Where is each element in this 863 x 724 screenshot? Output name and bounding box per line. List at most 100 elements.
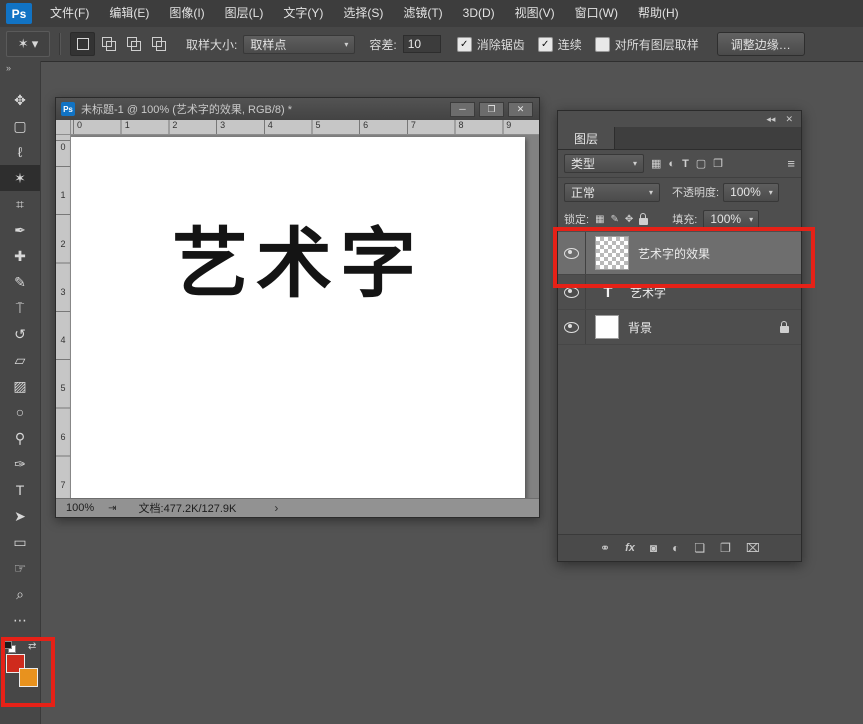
blur-tool[interactable]: ○ — [0, 399, 40, 425]
rectangle-tool[interactable]: ▭ — [0, 529, 40, 555]
anti-alias-checkbox[interactable]: ✓ — [457, 37, 472, 52]
panel-menu-icon[interactable]: ≡ — [787, 156, 795, 171]
document-titlebar[interactable]: Ps 未标题-1 @ 100% (艺术字的效果, RGB/8) * ─ ❐ ✕ — [56, 98, 539, 121]
move-tool[interactable]: ✥ — [0, 87, 40, 113]
swap-colors-icon[interactable]: ⇄ — [28, 641, 36, 652]
blend-mode-dropdown[interactable]: 正常 ▾ — [564, 183, 660, 202]
layer-name[interactable]: 艺术字 — [630, 284, 666, 301]
fill-value: 100% — [710, 212, 741, 226]
layer-mask-icon[interactable]: ◙ — [650, 541, 657, 555]
menu-3d[interactable]: 3D(D) — [453, 0, 505, 27]
visibility-toggle[interactable] — [558, 275, 586, 309]
path-selection-tool[interactable]: ➤ — [0, 503, 40, 529]
background-color-swatch[interactable] — [19, 668, 38, 687]
menu-select[interactable]: 选择(S) — [333, 0, 393, 27]
hand-tool[interactable]: ☞ — [0, 555, 40, 581]
adjustment-layer-icon[interactable]: ◐ — [672, 541, 679, 555]
toolbar-expander[interactable]: » — [0, 61, 40, 79]
new-layer-icon[interactable]: ❐ — [720, 541, 731, 555]
layer-name[interactable]: 艺术字的效果 — [638, 245, 710, 262]
shape-layer-filter-icon[interactable]: ▢ — [696, 157, 706, 170]
marquee-tool[interactable]: ▢ — [0, 113, 40, 139]
lock-all-icon[interactable] — [639, 218, 648, 225]
status-chevron-icon[interactable]: › — [274, 501, 278, 515]
minimize-button[interactable]: ─ — [450, 102, 475, 117]
collapse-panel-icon[interactable]: ◂◂ — [766, 114, 775, 125]
crop-tool[interactable]: ⌗ — [0, 191, 40, 217]
adjustment-layer-filter-icon[interactable]: ◐ — [668, 158, 675, 170]
layer-name[interactable]: 背景 — [628, 319, 652, 336]
lock-row: 锁定: ▦ ✎ ✥ 填充: 100% ▾ — [558, 206, 801, 232]
gradient-tool[interactable]: ▨ — [0, 373, 40, 399]
layer-row-background[interactable]: 背景 — [558, 310, 801, 345]
clone-stamp-tool[interactable]: ⍑ — [0, 295, 40, 321]
menu-layer[interactable]: 图层(L) — [215, 0, 274, 27]
background-layer-thumbnail[interactable] — [595, 315, 619, 339]
maximize-button[interactable]: ❐ — [479, 102, 504, 117]
lock-pixels-icon[interactable]: ✎ — [611, 214, 619, 225]
close-panel-icon[interactable]: ✕ — [785, 114, 793, 125]
eraser-tool[interactable]: ▱ — [0, 347, 40, 373]
layer-style-icon[interactable]: fx — [625, 542, 635, 554]
lock-transparent-icon[interactable]: ▦ — [595, 214, 604, 225]
tab-layers[interactable]: 图层 — [558, 127, 615, 149]
zoom-tool[interactable]: ⌕ — [0, 581, 40, 607]
menu-help[interactable]: 帮助(H) — [628, 0, 689, 27]
link-layers-icon[interactable]: ⚭ — [600, 541, 610, 555]
canvas[interactable]: 艺术字 — [71, 137, 525, 501]
layer-row-effect[interactable]: 艺术字的效果 — [558, 232, 801, 275]
sample-all-layers-checkbox[interactable] — [595, 37, 610, 52]
text-layer-thumbnail[interactable]: T — [595, 284, 621, 301]
clone-stamp-tool-icon: ⍑ — [16, 300, 24, 317]
pixel-layer-filter-icon[interactable]: ▦ — [651, 157, 661, 170]
opacity-dropdown[interactable]: 100% ▾ — [723, 183, 779, 202]
history-brush-tool[interactable]: ↺ — [0, 321, 40, 347]
layer-thumbnail-transparent[interactable] — [595, 236, 629, 270]
status-arrow-icon[interactable]: ⇥ — [108, 503, 116, 514]
contiguous-checkbox[interactable]: ✓ — [538, 37, 553, 52]
menu-view[interactable]: 视图(V) — [505, 0, 565, 27]
chevron-down-icon: ▾ — [641, 188, 653, 197]
fill-label: 填充: — [672, 211, 697, 227]
dodge-tool[interactable]: ⚲ — [0, 425, 40, 451]
tool-preset-dropdown[interactable]: ✶ ▾ — [6, 31, 50, 57]
brush-tool[interactable]: ✎ — [0, 269, 40, 295]
crop-tool-icon: ⌗ — [16, 196, 24, 213]
add-to-selection-button[interactable] — [97, 33, 120, 55]
hand-tool-icon: ☞ — [14, 560, 27, 577]
close-button[interactable]: ✕ — [508, 102, 533, 117]
intersect-selection-button[interactable] — [147, 33, 170, 55]
menu-edit[interactable]: 编辑(E) — [99, 0, 159, 27]
menu-image[interactable]: 图像(I) — [159, 0, 214, 27]
lock-label: 锁定: — [564, 211, 589, 227]
refine-edge-button[interactable]: 调整边缘… — [717, 32, 805, 56]
document-window: Ps 未标题-1 @ 100% (艺术字的效果, RGB/8) * ─ ❐ ✕ … — [55, 97, 540, 518]
pen-tool[interactable]: ✑ — [0, 451, 40, 477]
menu-filter[interactable]: 滤镜(T) — [393, 0, 452, 27]
lock-position-icon[interactable]: ✥ — [625, 214, 633, 225]
type-layer-filter-icon[interactable]: T — [682, 158, 689, 170]
new-group-icon[interactable]: ❏ — [694, 541, 705, 555]
visibility-toggle[interactable] — [558, 232, 586, 274]
menu-file[interactable]: 文件(F) — [40, 0, 99, 27]
menu-type[interactable]: 文字(Y) — [273, 0, 333, 27]
visibility-toggle[interactable] — [558, 310, 586, 344]
filter-type-dropdown[interactable]: 类型 ▾ — [564, 154, 644, 173]
lasso-tool[interactable]: ℓ — [0, 139, 40, 165]
tolerance-input[interactable] — [403, 35, 441, 53]
healing-brush-tool[interactable]: ✚ — [0, 243, 40, 269]
type-tool[interactable]: T — [0, 477, 40, 503]
more-tools-button[interactable]: ⋯ — [0, 607, 40, 633]
type-tool-icon: T — [16, 482, 25, 498]
sample-size-dropdown[interactable]: 取样点 ▾ — [243, 35, 355, 54]
zoom-level[interactable]: 100% — [66, 502, 94, 514]
subtract-from-selection-button[interactable] — [122, 33, 145, 55]
smart-object-filter-icon[interactable]: ❐ — [713, 157, 723, 170]
layer-row-text[interactable]: T 艺术字 — [558, 275, 801, 310]
new-selection-button[interactable] — [70, 32, 95, 56]
delete-layer-icon[interactable]: ⌧ — [746, 541, 760, 555]
magic-wand-tool[interactable]: ✶ — [0, 165, 40, 191]
menu-window[interactable]: 窗口(W) — [565, 0, 628, 27]
fill-dropdown[interactable]: 100% ▾ — [703, 210, 759, 229]
eyedropper-tool[interactable]: ✒ — [0, 217, 40, 243]
